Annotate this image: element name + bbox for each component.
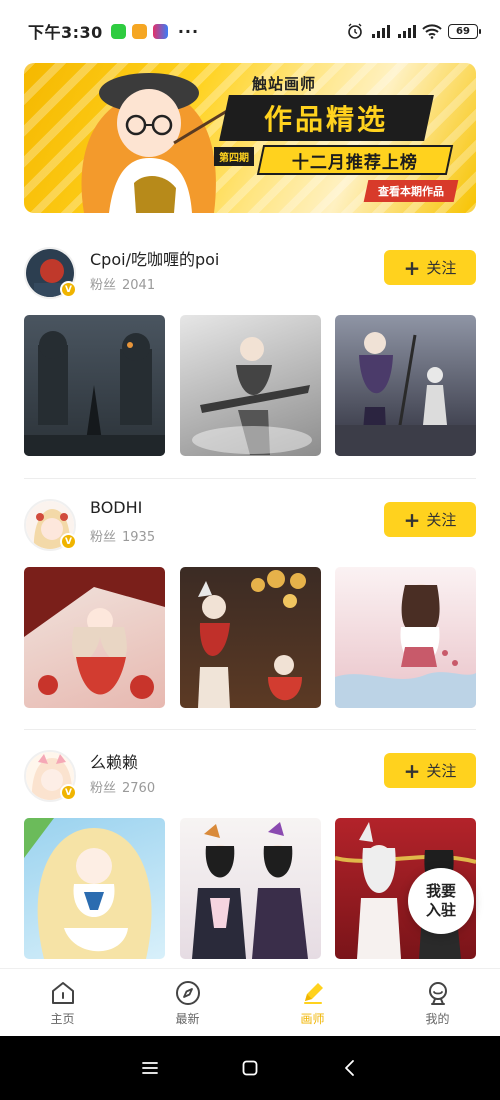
plus-icon: + xyxy=(403,758,421,783)
back-button[interactable] xyxy=(330,1048,370,1088)
tab-latest[interactable]: 最新 xyxy=(125,969,250,1036)
tab-label: 我的 xyxy=(425,1012,450,1026)
follower-count: 粉丝 2041 xyxy=(90,278,156,293)
section-divider xyxy=(24,729,476,730)
profile-icon xyxy=(428,982,447,1005)
home-button[interactable] xyxy=(230,1048,270,1088)
tab-artists[interactable]: 画师 xyxy=(250,969,375,1036)
app-notification-icon xyxy=(131,23,147,39)
wechat-icon xyxy=(110,23,126,39)
follower-count: 粉丝 2760 xyxy=(90,781,156,796)
banner-illustration xyxy=(81,73,233,213)
section-divider xyxy=(24,478,476,479)
artwork-thumbnail[interactable] xyxy=(179,567,321,708)
back-icon xyxy=(345,1060,354,1076)
wifi-icon xyxy=(422,24,442,39)
compass-icon xyxy=(175,981,200,1005)
banner-title-block: 作品精选 xyxy=(219,95,434,141)
signal-icon xyxy=(398,25,416,38)
artwork-thumbnail[interactable] xyxy=(24,315,165,456)
banner-headline: 十二月推荐上榜 xyxy=(292,152,418,173)
view-issue-works-button[interactable]: 查看本期作品 xyxy=(363,180,459,202)
tab-home[interactable]: 主页 xyxy=(0,969,125,1036)
verified-badge-icon: V xyxy=(60,784,77,801)
artwork-thumbnail[interactable] xyxy=(335,567,476,708)
battery-icon: 69 xyxy=(448,23,481,39)
apply-as-artist-button[interactable]: 我要 入驻 xyxy=(408,868,474,934)
verified-badge-icon: V xyxy=(60,281,77,298)
banner-subtitle: 触站画师 xyxy=(252,75,317,93)
bottom-tab-bar: 主页 最新 画师 我的 xyxy=(0,968,500,1036)
artwork-thumbnail[interactable] xyxy=(335,315,476,456)
status-app-icons xyxy=(110,23,168,39)
plus-icon: + xyxy=(403,507,421,532)
featured-banner[interactable]: 触站画师 作品精选 第四期 十二月推荐上榜 查看本期作品 xyxy=(24,63,476,213)
artwork-thumbnail[interactable] xyxy=(179,818,321,959)
tab-label: 最新 xyxy=(175,1012,200,1026)
status-time: 下午3:30 xyxy=(28,23,103,42)
follow-button[interactable]: + 关注 xyxy=(384,502,476,537)
artist-name[interactable]: Cpoi/吃咖喱的poi xyxy=(90,246,219,270)
pen-icon xyxy=(303,983,323,1004)
plus-icon: + xyxy=(403,255,421,280)
home-icon xyxy=(51,982,74,1004)
artwork-thumbnail[interactable] xyxy=(179,315,321,456)
banner-issue: 第四期 xyxy=(214,147,254,166)
artist-name[interactable]: BODHI xyxy=(90,498,142,517)
signal-icon xyxy=(372,25,390,38)
tab-label: 主页 xyxy=(50,1012,75,1026)
status-bar: 下午3:30 ··· 69 xyxy=(0,0,500,62)
alarm-icon xyxy=(348,23,362,39)
follow-button[interactable]: + 关注 xyxy=(384,250,476,285)
tab-mine[interactable]: 我的 xyxy=(375,969,500,1036)
banner-title: 作品精选 xyxy=(264,103,389,136)
artwork-thumbnail[interactable] xyxy=(24,567,165,708)
artist-name[interactable]: 么赖赖 xyxy=(90,749,138,773)
banner-headline-block: 十二月推荐上榜 xyxy=(256,145,454,175)
system-navigation-bar xyxy=(0,1036,500,1100)
artist-card: V Cpoi/吃咖喱的poi 粉丝 2041 + 关注 xyxy=(24,244,476,456)
artist-card: V 么赖赖 粉丝 2760 + 关注 xyxy=(24,747,476,959)
menu-icon xyxy=(142,1062,158,1074)
menu-button[interactable] xyxy=(130,1048,170,1088)
square-home-icon xyxy=(242,1060,258,1076)
artwork-thumbnail[interactable] xyxy=(24,818,165,959)
follow-button[interactable]: + 关注 xyxy=(384,753,476,788)
follower-count: 粉丝 1935 xyxy=(90,530,156,545)
more-notifications-icon: ··· xyxy=(177,21,200,41)
artist-card: V BODHI 粉丝 1935 + 关注 xyxy=(24,496,476,708)
tab-label: 画师 xyxy=(300,1012,325,1026)
app-notification-icon xyxy=(152,23,168,39)
banner-cta-label: 查看本期作品 xyxy=(378,185,444,198)
verified-badge-icon: V xyxy=(60,533,77,550)
